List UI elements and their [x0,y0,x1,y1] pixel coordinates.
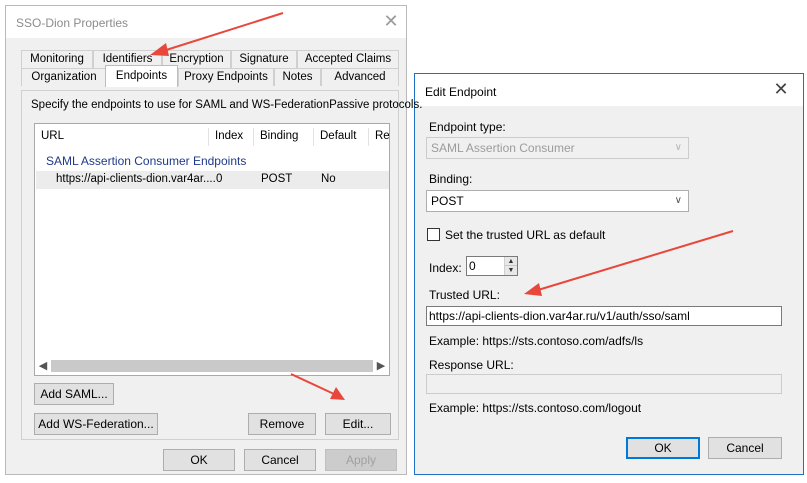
tab-signature[interactable]: Signature [231,50,297,68]
remove-button[interactable]: Remove [248,413,316,435]
cell-binding: POST [261,173,293,185]
edit-endpoint-titlebar: Edit Endpoint ✕ [415,74,803,106]
scroll-right-icon[interactable]: ▶ [374,358,388,374]
chevron-down-icon: ∨ [674,195,682,206]
apply-button[interactable]: Apply [325,449,397,471]
add-ws-federation-button[interactable]: Add WS-Federation... [34,413,158,435]
instruction-text: Specify the endpoints to use for SAML an… [31,99,423,111]
column-separator [208,128,209,146]
response-url-label: Response URL: [429,358,514,372]
response-url-field[interactable] [426,374,782,394]
tab-notes[interactable]: Notes [274,68,321,86]
binding-label: Binding: [429,172,473,186]
column-header-truncated[interactable]: Re [375,130,389,142]
ok-button[interactable]: OK [163,449,235,471]
edit-endpoint-title: Edit Endpoint [425,85,497,99]
cell-default: No [321,173,336,185]
spin-up-icon[interactable]: ▲ [505,257,517,266]
horizontal-scrollbar[interactable]: ◀ ▶ [36,358,388,374]
cell-index: 0 [216,173,223,185]
group-header-saml-assertion-consumer: SAML Assertion Consumer Endpoints [46,154,247,168]
response-url-input[interactable] [429,376,779,392]
cell-url: https://api-clients-dion.var4ar.... [56,173,216,185]
column-header-default[interactable]: Default [320,130,356,142]
close-icon[interactable]: ✕ [380,10,402,32]
tab-proxy-endpoints[interactable]: Proxy Endpoints [178,68,274,86]
properties-title: SSO-Dion Properties [16,16,129,30]
cancel-button[interactable]: Cancel [708,437,782,459]
tab-monitoring[interactable]: Monitoring [21,50,93,68]
spin-down-icon[interactable]: ▼ [505,266,517,275]
column-header-index[interactable]: Index [215,130,243,142]
set-default-checkbox[interactable] [427,228,440,241]
ok-button[interactable]: OK [626,437,700,459]
trusted-url-example: Example: https://sts.contoso.com/adfs/ls [429,334,644,348]
tab-advanced[interactable]: Advanced [321,68,399,86]
index-spin-buttons[interactable]: ▲ ▼ [504,257,517,275]
column-header-binding[interactable]: Binding [260,130,298,142]
edit-button[interactable]: Edit... [325,413,391,435]
scroll-left-icon[interactable]: ◀ [36,358,50,374]
index-label: Index: [429,261,462,275]
trusted-url-field[interactable] [426,306,782,326]
cancel-button[interactable]: Cancel [244,449,316,471]
add-saml-button[interactable]: Add SAML... [34,383,114,405]
endpoint-type-value: SAML Assertion Consumer [431,141,575,155]
endpoint-type-label: Endpoint type: [429,120,506,134]
tab-accepted-claims[interactable]: Accepted Claims [297,50,399,68]
column-separator [253,128,254,146]
properties-titlebar: SSO-Dion Properties ✕ [6,6,406,38]
properties-dialog: SSO-Dion Properties ✕ Monitoring Identif… [5,5,422,475]
column-separator [368,128,369,146]
binding-select[interactable]: POST ∨ [426,190,689,212]
close-icon[interactable]: ✕ [770,78,792,100]
column-separator [313,128,314,146]
trusted-url-label: Trusted URL: [429,288,500,302]
index-stepper[interactable]: ▲ ▼ [466,256,518,276]
set-default-label[interactable]: Set the trusted URL as default [445,228,605,242]
trusted-url-input[interactable] [429,308,779,324]
response-url-example: Example: https://sts.contoso.com/logout [429,401,642,415]
table-row[interactable]: https://api-clients-dion.var4ar.... 0 PO… [36,171,389,189]
chevron-down-icon: ∨ [674,142,682,153]
edit-endpoint-dialog: Edit Endpoint ✕ Endpoint type: SAML Asse… [414,73,804,475]
tab-endpoints[interactable]: Endpoints [105,65,178,87]
scrollbar-thumb[interactable] [51,360,373,372]
endpoint-type-select[interactable]: SAML Assertion Consumer ∨ [426,137,689,159]
binding-value: POST [431,194,464,208]
column-header-url[interactable]: URL [41,130,64,142]
tab-organization[interactable]: Organization [21,68,107,86]
endpoints-list[interactable]: URL Index Binding Default Re SAML Assert… [34,123,390,376]
endpoints-tab-panel: Specify the endpoints to use for SAML an… [21,90,422,440]
